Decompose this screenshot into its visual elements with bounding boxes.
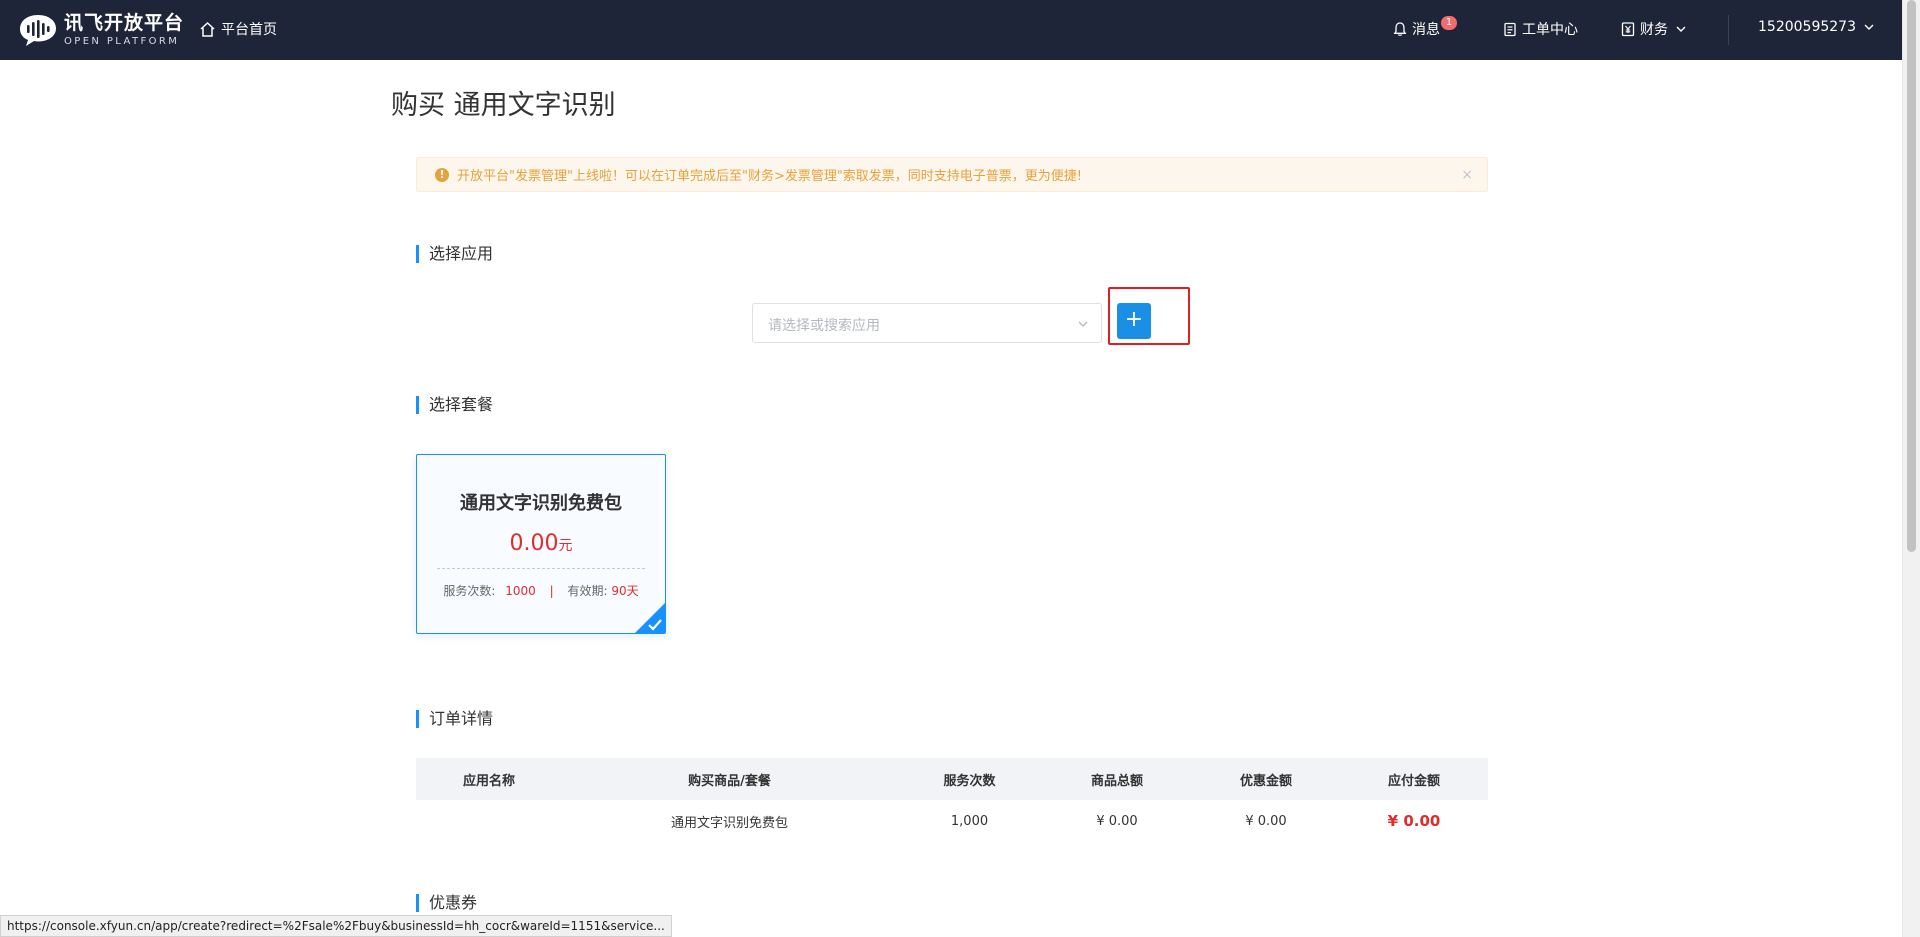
- account-menu[interactable]: 15200595273: [1758, 19, 1880, 35]
- top-nav-bar: 讯飞开放平台 OPEN PLATFORM 平台首页 消息 1 工单中心 财务 1…: [0, 0, 1902, 60]
- ticket-center-label: 工单中心: [1522, 22, 1578, 38]
- messages-label: 消息: [1412, 22, 1440, 38]
- column-header: 服务次数: [897, 758, 1042, 800]
- package-meta: 服务次数: 1000 | 有效期: 90天: [417, 582, 665, 599]
- section-title-coupon: 优惠券: [416, 894, 477, 912]
- column-header: 应用名称: [416, 758, 562, 800]
- table-header-row: 应用名称 购买商品/套餐 服务次数 商品总额 优惠金额 应付金额: [416, 758, 1488, 800]
- page-scrollbar[interactable]: [1902, 0, 1920, 937]
- ticket-center-link[interactable]: 工单中心: [1502, 19, 1578, 39]
- package-validity-label: 有效期:: [567, 584, 608, 598]
- account-label: 15200595273: [1758, 19, 1856, 35]
- chevron-down-icon: [1676, 26, 1686, 32]
- chevron-down-icon: [1078, 321, 1088, 327]
- package-count-value: 1000: [505, 584, 536, 598]
- package-name: 通用文字识别免费包: [460, 493, 622, 514]
- yuan-icon: [1621, 22, 1635, 37]
- chevron-down-icon: [1864, 24, 1874, 30]
- cell-total: ¥ 0.00: [1096, 813, 1138, 829]
- home-icon: [200, 21, 215, 37]
- package-count-label: 服务次数:: [443, 584, 496, 598]
- cell-discount: ¥ 0.00: [1245, 813, 1287, 829]
- home-link-label: 平台首页: [221, 22, 277, 38]
- cell-amount-due: ¥ 0.00: [1387, 812, 1441, 830]
- column-header: 商品总额: [1042, 758, 1192, 800]
- order-details-table: 应用名称 购买商品/套餐 服务次数 商品总额 优惠金额 应付金额 通用文字识别免…: [416, 758, 1488, 842]
- page-title: 购买 通用文字识别: [391, 90, 616, 121]
- clipboard-icon: [1504, 22, 1516, 37]
- status-bar-url: https://console.xfyun.cn/app/create?redi…: [0, 915, 672, 937]
- cell-app-name: [416, 800, 562, 842]
- home-link[interactable]: 平台首页: [199, 19, 277, 39]
- bell-icon: [1393, 22, 1407, 36]
- package-divider: [437, 568, 645, 569]
- package-price-unit: 元: [558, 538, 573, 554]
- messages-link[interactable]: 消息 1: [1392, 16, 1457, 39]
- section-title-select-package: 选择套餐: [416, 396, 493, 414]
- package-meta-separator: |: [549, 584, 554, 598]
- scrollbar-thumb[interactable]: [1907, 0, 1916, 552]
- platform-logo[interactable]: 讯飞开放平台 OPEN PLATFORM: [18, 13, 184, 47]
- package-validity-value: 90天: [611, 584, 639, 598]
- column-header: 应付金额: [1340, 758, 1488, 800]
- section-title-select-app: 选择应用: [416, 245, 493, 263]
- package-price-value: 0.00: [509, 531, 559, 556]
- app-select[interactable]: 请选择或搜索应用: [752, 303, 1102, 343]
- logo-subtitle: OPEN PLATFORM: [64, 35, 180, 47]
- alert-text: 开放平台"发票管理"上线啦！可以在订单完成后至"财务>发票管理"索取发票，同时支…: [457, 169, 1083, 184]
- cell-product: 通用文字识别免费包: [670, 815, 788, 831]
- logo-title: 讯飞开放平台: [64, 11, 185, 34]
- messages-badge: 1: [1441, 16, 1457, 30]
- logo-mark-icon: [18, 13, 58, 47]
- column-header: 优惠金额: [1192, 758, 1340, 800]
- close-icon[interactable]: ×: [1461, 167, 1473, 183]
- table-row: 通用文字识别免费包 1,000 ¥ 0.00 ¥ 0.00 ¥ 0.00: [416, 800, 1488, 842]
- finance-menu[interactable]: 财务: [1620, 19, 1692, 39]
- checkmark-icon: [648, 619, 662, 631]
- package-card-free[interactable]: 通用文字识别免费包 0.00元 服务次数: 1000 | 有效期: 90天: [416, 454, 666, 634]
- add-app-button[interactable]: +: [1117, 303, 1151, 339]
- column-header: 购买商品/套餐: [562, 758, 897, 800]
- warning-icon: !: [435, 167, 449, 182]
- finance-label: 财务: [1640, 22, 1668, 38]
- nav-divider: [1728, 15, 1729, 45]
- app-select-placeholder: 请选择或搜索应用: [768, 318, 880, 334]
- cell-service-count: 1,000: [950, 813, 989, 829]
- package-price: 0.00元: [417, 531, 665, 556]
- invoice-notice-alert: ! 开放平台"发票管理"上线啦！可以在订单完成后至"财务>发票管理"索取发票，同…: [416, 157, 1488, 192]
- section-title-order-details: 订单详情: [416, 710, 493, 728]
